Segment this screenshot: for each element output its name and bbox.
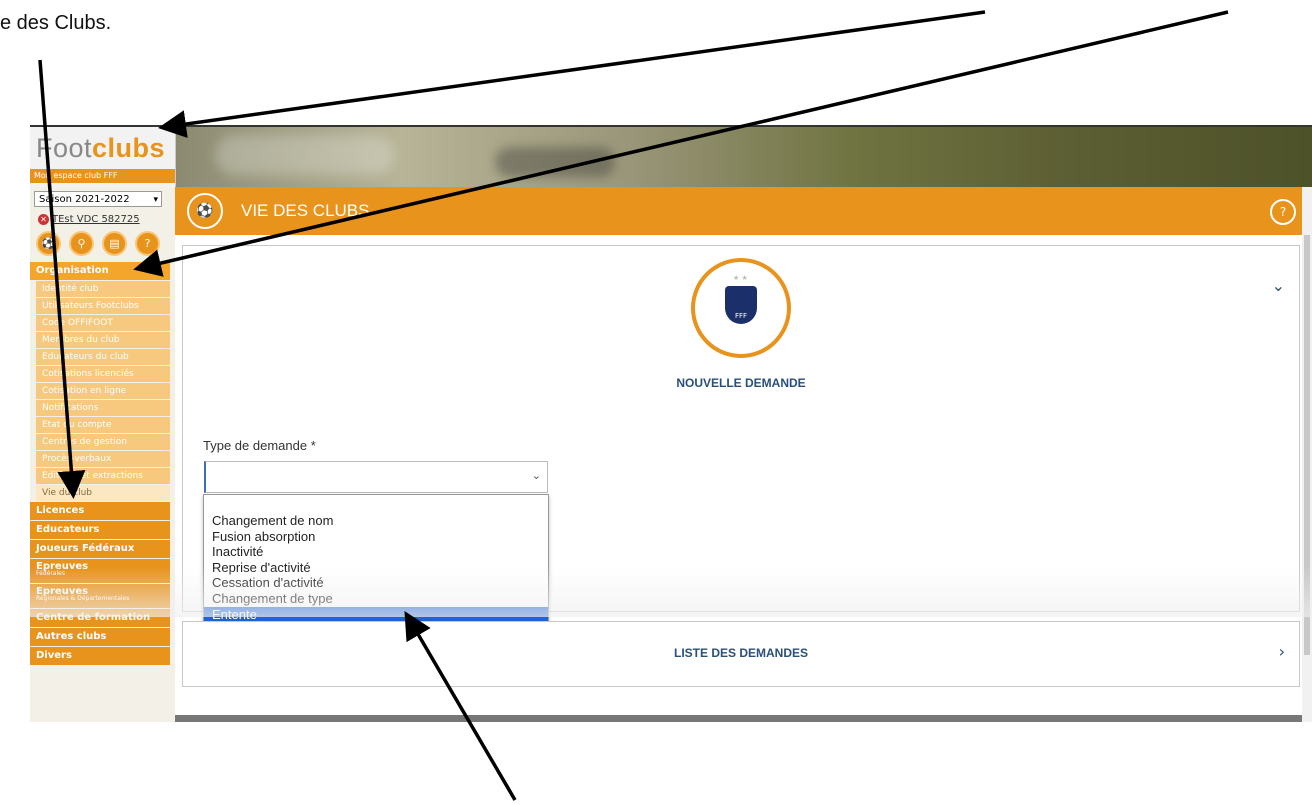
annotation-arrows	[38, 10, 1229, 801]
arrow-to-organisation	[133, 10, 1229, 277]
arrow-to-entente	[404, 610, 517, 801]
arrow-to-logo	[158, 10, 986, 138]
arrow-to-vie-du-club	[38, 59, 86, 499]
